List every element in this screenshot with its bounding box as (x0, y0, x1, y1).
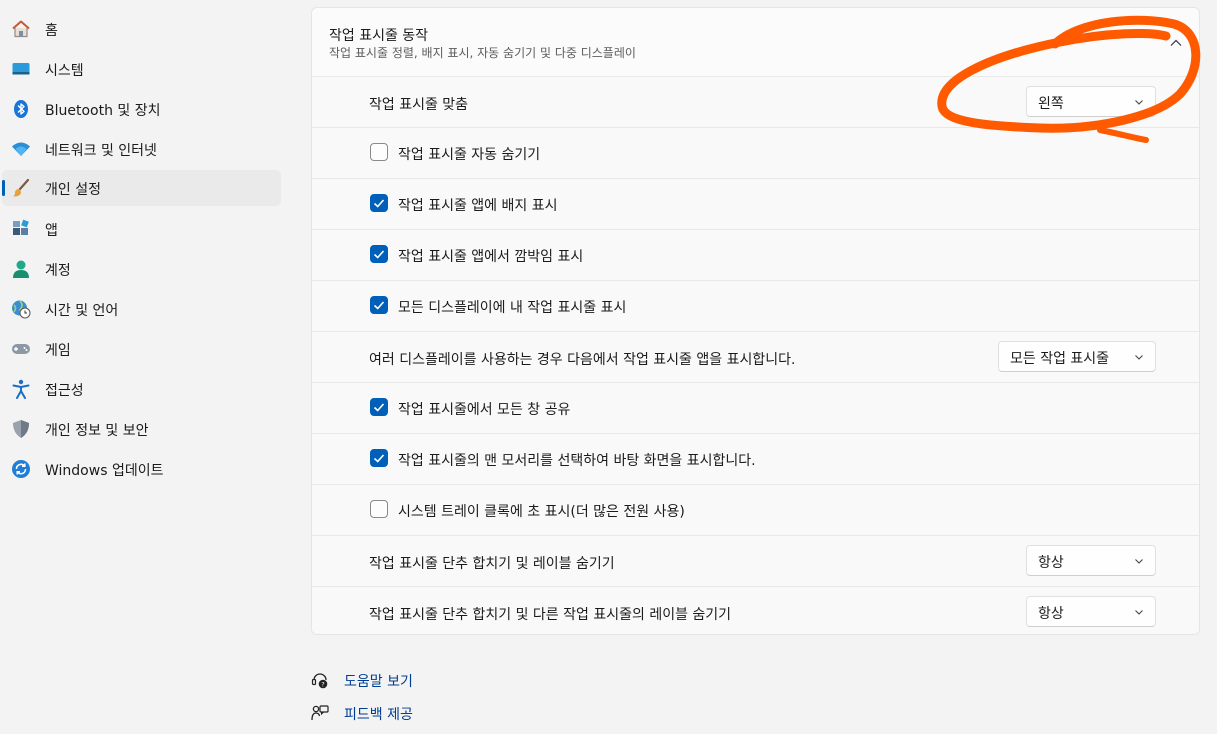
chevron-down-icon (1133, 606, 1145, 618)
share-windows-label: 작업 표시줄에서 모든 창 공유 (398, 402, 571, 418)
sidebar-item-label: 계정 (45, 263, 71, 279)
section-subtitle: 작업 표시줄 정렬, 배지 표시, 자동 숨기기 및 다중 디스플레이 (329, 46, 636, 60)
combine-other-label: 작업 표시줄 단추 합치기 및 다른 작업 표시줄의 레이블 숨기기 (369, 607, 732, 623)
sidebar-item-label: 시스템 (45, 63, 84, 79)
combine-buttons-dropdown[interactable]: 항상 (1026, 545, 1156, 576)
taskbar-alignment-row: 작업 표시줄 맞춤 왼쪽 (312, 76, 1199, 127)
help-icon: ? (311, 671, 329, 689)
dropdown-value: 항상 (1038, 555, 1064, 571)
sidebar-item-bluetooth[interactable]: Bluetooth 및 장치 (2, 91, 281, 127)
all-displays-row: 모든 디스플레이에 내 작업 표시줄 표시 (312, 280, 1199, 331)
dropdown-value: 모든 작업 표시줄 (1010, 351, 1110, 367)
system-icon (11, 59, 31, 79)
badges-label: 작업 표시줄 앱에 배지 표시 (398, 198, 558, 214)
flashing-checkbox[interactable] (370, 245, 388, 263)
clock-seconds-label: 시스템 트레이 클록에 초 표시(더 많은 전원 사용) (398, 504, 685, 520)
taskbar-alignment-dropdown[interactable]: 왼쪽 (1026, 86, 1156, 117)
chevron-down-icon (1133, 351, 1145, 363)
bluetooth-icon (11, 99, 31, 119)
combine-buttons-label: 작업 표시줄 단추 합치기 및 레이블 숨기기 (369, 556, 615, 572)
taskbar-behaviors-header[interactable]: 작업 표시줄 동작 작업 표시줄 정렬, 배지 표시, 자동 숨기기 및 다중 … (312, 8, 1199, 76)
share-windows-row: 작업 표시줄에서 모든 창 공유 (312, 382, 1199, 433)
help-link-text[interactable]: 도움말 보기 (344, 671, 413, 691)
sidebar-item-label: 개인 정보 및 보안 (45, 423, 149, 439)
multi-display-label: 여러 디스플레이를 사용하는 경우 다음에서 작업 표시줄 앱을 표시합니다. (369, 352, 796, 368)
feedback-link[interactable]: 피드백 제공 (311, 702, 413, 724)
help-link[interactable]: ? 도움말 보기 (311, 669, 413, 691)
sidebar-item-label: Windows 업데이트 (45, 463, 164, 479)
account-icon (11, 259, 31, 279)
sidebar-item-home[interactable]: 홈 (2, 11, 281, 47)
sidebar-item-label: 홈 (45, 23, 58, 39)
sidebar-item-accounts[interactable]: 계정 (2, 251, 281, 287)
selection-indicator (2, 180, 5, 196)
combine-buttons-row: 작업 표시줄 단추 합치기 및 레이블 숨기기 항상 (312, 535, 1199, 586)
sidebar-item-personalization[interactable]: 개인 설정 (2, 170, 281, 206)
combine-other-dropdown[interactable]: 항상 (1026, 596, 1156, 627)
update-icon (11, 459, 31, 479)
sidebar: 홈 시스템 Bluetooth 및 장치 네트워크 및 인터넷 개인 설정 앱 (0, 0, 290, 734)
gamepad-icon (11, 339, 31, 359)
sidebar-item-label: 게임 (45, 343, 71, 359)
far-corner-row: 작업 표시줄의 맨 모서리를 선택하여 바탕 화면을 표시합니다. (312, 433, 1199, 484)
sidebar-item-label: 앱 (45, 223, 58, 239)
chevron-down-icon (1133, 96, 1145, 108)
clock-seconds-row: 시스템 트레이 클록에 초 표시(더 많은 전원 사용) (312, 484, 1199, 535)
accessibility-icon (11, 379, 31, 399)
sidebar-item-label: 시간 및 언어 (45, 303, 119, 319)
feedback-icon (311, 704, 329, 722)
sidebar-item-time-language[interactable]: 시간 및 언어 (2, 291, 281, 327)
multi-display-dropdown[interactable]: 모든 작업 표시줄 (998, 341, 1156, 372)
chevron-up-icon[interactable] (1168, 35, 1184, 51)
apps-icon (11, 219, 31, 239)
combine-other-row: 작업 표시줄 단추 합치기 및 다른 작업 표시줄의 레이블 숨기기 항상 (312, 586, 1199, 634)
sidebar-item-gaming[interactable]: 게임 (2, 331, 281, 367)
badges-checkbox[interactable] (370, 194, 388, 212)
shield-icon (11, 419, 31, 439)
far-corner-label: 작업 표시줄의 맨 모서리를 선택하여 바탕 화면을 표시합니다. (398, 453, 756, 469)
taskbar-behaviors-card: 작업 표시줄 동작 작업 표시줄 정렬, 배지 표시, 자동 숨기기 및 다중 … (311, 7, 1200, 635)
sidebar-item-label: 네트워크 및 인터넷 (45, 143, 157, 159)
clock-seconds-checkbox[interactable] (370, 500, 388, 518)
chevron-down-icon (1133, 555, 1145, 567)
sidebar-item-accessibility[interactable]: 접근성 (2, 371, 281, 407)
all-displays-label: 모든 디스플레이에 내 작업 표시줄 표시 (398, 300, 627, 316)
checkmark-icon (373, 301, 385, 310)
sidebar-item-windows-update[interactable]: Windows 업데이트 (2, 451, 281, 487)
far-corner-checkbox[interactable] (370, 449, 388, 467)
sidebar-item-apps[interactable]: 앱 (2, 211, 281, 247)
checkmark-icon (373, 199, 385, 208)
all-displays-checkbox[interactable] (370, 296, 388, 314)
brush-icon (11, 178, 31, 198)
sidebar-item-network[interactable]: 네트워크 및 인터넷 (2, 131, 281, 167)
svg-text:?: ? (321, 680, 324, 688)
multi-display-row: 여러 디스플레이를 사용하는 경우 다음에서 작업 표시줄 앱을 표시합니다. … (312, 331, 1199, 382)
auto-hide-checkbox[interactable] (370, 143, 388, 161)
flashing-row: 작업 표시줄 앱에서 깜박임 표시 (312, 229, 1199, 280)
home-icon (11, 19, 31, 39)
section-title: 작업 표시줄 동작 (329, 28, 429, 44)
badges-row: 작업 표시줄 앱에 배지 표시 (312, 178, 1199, 229)
auto-hide-row: 작업 표시줄 자동 숨기기 (312, 127, 1199, 178)
dropdown-value: 항상 (1038, 606, 1064, 622)
sidebar-item-label: Bluetooth 및 장치 (45, 103, 161, 119)
wifi-icon (11, 139, 31, 159)
checkmark-icon (373, 250, 385, 259)
sidebar-item-privacy[interactable]: 개인 정보 및 보안 (2, 411, 281, 447)
checkmark-icon (373, 454, 385, 463)
feedback-link-text[interactable]: 피드백 제공 (344, 704, 413, 724)
share-windows-checkbox[interactable] (370, 398, 388, 416)
taskbar-alignment-label: 작업 표시줄 맞춤 (369, 97, 469, 113)
time-language-icon (11, 299, 31, 319)
sidebar-item-label: 접근성 (45, 383, 84, 399)
sidebar-item-label: 개인 설정 (45, 182, 101, 198)
checkmark-icon (373, 403, 385, 412)
sidebar-item-system[interactable]: 시스템 (2, 51, 281, 87)
dropdown-value: 왼쪽 (1038, 96, 1064, 112)
auto-hide-label: 작업 표시줄 자동 숨기기 (398, 147, 541, 163)
flashing-label: 작업 표시줄 앱에서 깜박임 표시 (398, 249, 584, 265)
